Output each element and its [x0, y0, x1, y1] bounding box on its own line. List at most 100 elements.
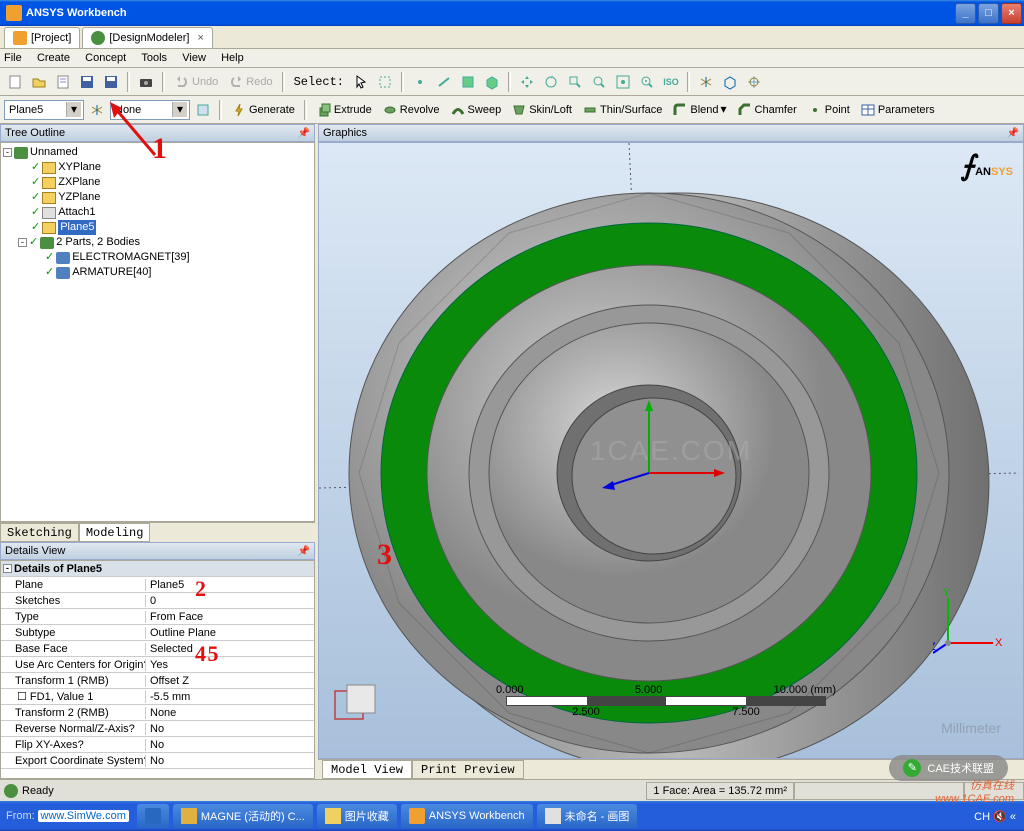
systray[interactable]: CH 🔇 « — [966, 810, 1024, 823]
pin-icon[interactable]: 📌 — [298, 128, 310, 139]
tree-electromagnet[interactable]: ELECTROMAGNET[39] — [72, 250, 189, 265]
tab-project[interactable]: [Project] — [4, 27, 80, 48]
save-button[interactable] — [76, 71, 98, 93]
viewport[interactable]: ⨍ANSYS 1CAE.COM — [318, 142, 1024, 759]
new-sketch-button[interactable] — [192, 99, 214, 121]
toolbar-main: Undo Redo Select: ISO — [0, 68, 1024, 96]
expand-icon[interactable]: - — [3, 148, 12, 157]
tree-xyplane[interactable]: XYPlane — [58, 160, 101, 175]
tree-attach1[interactable]: Attach1 — [58, 205, 95, 220]
menu-help[interactable]: Help — [221, 52, 244, 64]
taskbar-item[interactable] — [137, 804, 169, 828]
detail-row: Flip XY-Axes?No — [1, 737, 314, 753]
view-zoom[interactable] — [588, 71, 610, 93]
pin-icon[interactable]: 📌 — [1007, 128, 1019, 139]
taskbar-item[interactable]: ANSYS Workbench — [401, 804, 533, 828]
filter-edge[interactable] — [433, 71, 455, 93]
sketch-combo[interactable]: None — [110, 100, 190, 120]
body-icon — [56, 267, 70, 279]
undo-button[interactable]: Undo — [170, 74, 222, 90]
new-plane-button[interactable] — [695, 71, 717, 93]
save2-button[interactable] — [100, 71, 122, 93]
tree-zxplane[interactable]: ZXPlane — [58, 175, 100, 190]
taskbar-item[interactable]: 未命名 - 画图 — [537, 804, 638, 828]
plane-icon — [89, 102, 105, 118]
view-zoombox[interactable] — [564, 71, 586, 93]
designmodeler-icon — [91, 31, 105, 45]
select-box[interactable] — [374, 71, 396, 93]
app-icon — [181, 808, 197, 824]
edge-icon — [436, 74, 452, 90]
blend-button[interactable]: Blend ▾ — [668, 102, 730, 118]
detail-row: Sketches0 — [1, 593, 314, 609]
skinloft-button[interactable]: Skin/Loft — [507, 102, 576, 118]
triad-icon[interactable]: X Y Z — [933, 588, 1003, 658]
select-cursor[interactable] — [350, 71, 372, 93]
close-button[interactable]: × — [1001, 3, 1022, 24]
minimize-button[interactable]: _ — [955, 3, 976, 24]
tab-sketching[interactable]: Sketching — [0, 523, 79, 542]
menu-file[interactable]: File — [4, 52, 22, 64]
menu-view[interactable]: View — [182, 52, 206, 64]
detail-row: Transform 2 (RMB)None — [1, 705, 314, 721]
point-button[interactable]: Point — [803, 102, 854, 118]
plane-combo[interactable]: Plane5 — [4, 100, 84, 120]
ansys-logo: ⨍ANSYS — [961, 149, 1014, 182]
detail-row: Base FaceSelected — [1, 641, 314, 657]
taskbar-item[interactable]: MAGNE (活动的) C... — [173, 804, 313, 828]
iso-icon: ISO — [663, 77, 679, 87]
tab-printpreview[interactable]: Print Preview — [412, 760, 524, 779]
collapse-icon[interactable]: - — [3, 564, 12, 573]
tree-armature[interactable]: ARMATURE[40] — [72, 265, 151, 280]
vertex-icon — [412, 74, 428, 90]
open-button[interactable] — [28, 71, 50, 93]
menu-tools[interactable]: Tools — [141, 52, 167, 64]
tree-parts[interactable]: 2 Parts, 2 Bodies — [56, 235, 140, 250]
sweep-button[interactable]: Sweep — [446, 102, 506, 118]
parameters-button[interactable]: Parameters — [856, 102, 939, 118]
tab-modelview[interactable]: Model View — [322, 760, 412, 779]
file-button[interactable] — [52, 71, 74, 93]
close-tab-icon[interactable]: × — [197, 32, 203, 44]
view-fit[interactable] — [612, 71, 634, 93]
tree-outline[interactable]: -Unnamed ✓ XYPlane ✓ ZXPlane ✓ YZPlane ✓… — [0, 142, 315, 522]
maximize-button[interactable]: □ — [978, 3, 999, 24]
view-pan[interactable] — [516, 71, 538, 93]
view-rotate[interactable] — [540, 71, 562, 93]
detail-row: Export Coordinate System?No — [1, 753, 314, 769]
new-button[interactable] — [4, 71, 26, 93]
menu-create[interactable]: Create — [37, 52, 70, 64]
details-grid[interactable]: -Details of Plane5 PlanePlane5 Sketches0… — [0, 560, 315, 779]
tree-yzplane[interactable]: YZPlane — [58, 190, 100, 205]
snapshot-button[interactable] — [135, 71, 157, 93]
toggle-wire[interactable] — [743, 71, 765, 93]
new-plane2-button[interactable] — [86, 99, 108, 121]
view-isometric[interactable]: ISO — [660, 71, 682, 93]
thin-icon — [582, 102, 598, 118]
view-lookface[interactable] — [636, 71, 658, 93]
tab-designmodeler[interactable]: [DesignModeler] × — [82, 27, 213, 48]
chamfer-button[interactable]: Chamfer — [733, 102, 801, 118]
plane-icon — [42, 192, 56, 204]
filter-vertex[interactable] — [409, 71, 431, 93]
expand-icon[interactable]: - — [18, 238, 27, 247]
menu-concept[interactable]: Concept — [85, 52, 126, 64]
tree-plane5[interactable]: Plane5 — [58, 220, 96, 235]
body-icon — [56, 252, 70, 264]
detail-row: Use Arc Centers for Origin?Yes — [1, 657, 314, 673]
plane-preview-icon[interactable] — [329, 683, 384, 728]
model-3d — [319, 143, 1019, 759]
filter-face[interactable] — [457, 71, 479, 93]
save-icon — [79, 74, 95, 90]
pin-icon[interactable]: 📌 — [298, 546, 310, 557]
redo-button[interactable]: Redo — [224, 74, 276, 90]
generate-button[interactable]: Generate — [227, 102, 299, 118]
revolve-button[interactable]: Revolve — [378, 102, 444, 118]
tree-root[interactable]: Unnamed — [30, 145, 78, 160]
toggle-display[interactable] — [719, 71, 741, 93]
thinsurface-button[interactable]: Thin/Surface — [578, 102, 666, 118]
filter-body[interactable] — [481, 71, 503, 93]
taskbar-item[interactable]: 图片收藏 — [317, 804, 397, 828]
tab-modeling[interactable]: Modeling — [79, 523, 151, 542]
extrude-button[interactable]: Extrude — [312, 102, 376, 118]
